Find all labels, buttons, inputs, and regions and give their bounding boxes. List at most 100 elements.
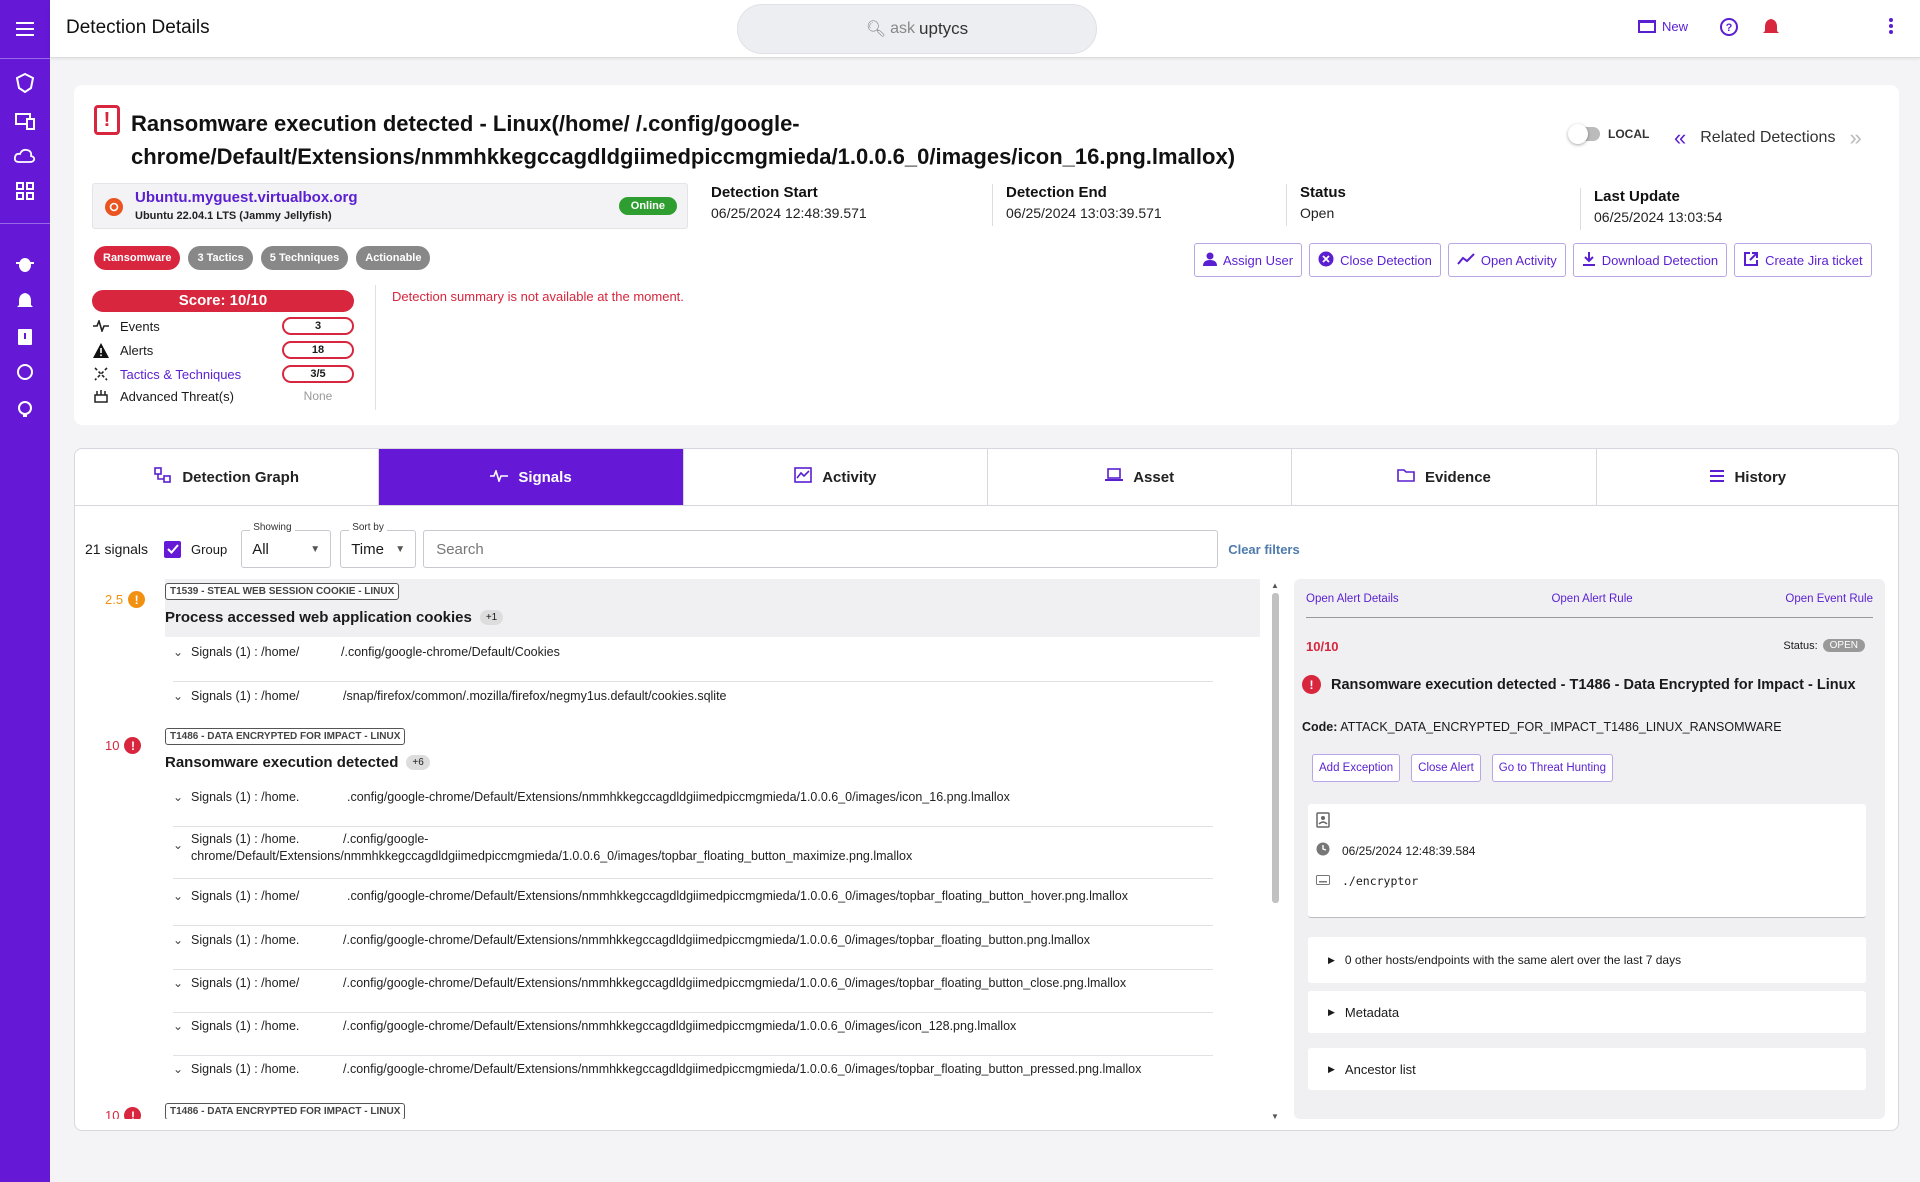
download-detection-button[interactable]: Download Detection <box>1572 243 1728 277</box>
tag-actionable[interactable]: Actionable <box>356 246 431 270</box>
assign-user-button[interactable]: Assign User <box>1194 243 1303 277</box>
tab-asset[interactable]: Asset <box>988 449 1293 505</box>
detection-summary: Detection summary is not available at th… <box>392 289 684 304</box>
scrollbar[interactable]: ▲ ▼ <box>1270 581 1280 1121</box>
showing-value: All <box>252 540 269 558</box>
folder-icon <box>1397 468 1415 486</box>
chevron-left-icon[interactable]: « <box>1674 125 1686 151</box>
group-header[interactable]: T1539 - STEAL WEB SESSION COOKIE - LINUX… <box>165 579 1260 637</box>
alarm-bell-icon[interactable] <box>1761 17 1781 37</box>
open-alert-rule-link[interactable]: Open Alert Rule <box>1551 593 1632 605</box>
chevron-down-icon[interactable]: ⌄ <box>173 1062 191 1099</box>
tactics-count[interactable]: 3/5 <box>282 365 354 383</box>
new-label: New <box>1662 19 1689 34</box>
brain-icon[interactable] <box>12 396 38 422</box>
detection-title: Ransomware execution detected - Linux(/h… <box>131 111 1236 169</box>
bug-icon[interactable] <box>12 251 38 277</box>
signal-search-input[interactable]: Search <box>423 530 1219 568</box>
tab-activity[interactable]: Activity <box>684 449 988 505</box>
signal-row[interactable]: ⌄ Signals (1) : /home./.config/google-chr… <box>173 1019 1213 1056</box>
group-checkbox[interactable] <box>164 540 182 558</box>
chevron-right-icon[interactable]: » <box>1849 125 1861 151</box>
related-label: Related Detections <box>1700 129 1836 146</box>
target-icon[interactable] <box>12 359 38 385</box>
host-link[interactable]: Ubuntu.myguest.virtualbox.org <box>135 189 358 206</box>
tag-tactics[interactable]: 3 Tactics <box>188 246 253 270</box>
error-circle-icon: ! <box>124 1107 142 1119</box>
signal-row[interactable]: ⌄ Signals (1) : /home/ /.config/google-chr… <box>173 976 1213 1013</box>
other-hosts-accordion[interactable]: ▶ 0 other hosts/endpoints with the same a… <box>1308 937 1866 983</box>
group-count: +1 <box>479 610 504 625</box>
more-icon[interactable] <box>1888 17 1894 35</box>
ask-uptycs-search[interactable]: 🔍︎ ask uptycs <box>737 4 1097 54</box>
chevron-down-icon[interactable]: ⌄ <box>173 790 191 826</box>
close-detection-button[interactable]: Close Detection <box>1309 243 1441 277</box>
tag-ransomware[interactable]: Ransomware <box>94 246 181 270</box>
open-activity-button[interactable]: Open Activity <box>1447 243 1566 277</box>
warning-icon <box>92 342 110 358</box>
group-header[interactable]: T1486 - DATA ENCRYPTED FOR IMPACT - LINU… <box>165 724 1260 779</box>
toggle-switch[interactable] <box>1568 124 1600 144</box>
signal-row[interactable]: ⌄ Signals (1) : /home./.config/google-chr… <box>173 933 1213 970</box>
tags: Ransomware 3 Tactics 5 Techniques Action… <box>94 246 431 270</box>
tab-evidence[interactable]: Evidence <box>1292 449 1597 505</box>
external-link-icon <box>1743 251 1759 270</box>
chevron-down-icon[interactable]: ⌄ <box>173 933 191 969</box>
group-header[interactable]: T1486 - DATA ENCRYPTED FOR IMPACT - LINU… <box>165 1099 1260 1119</box>
signal-row[interactable]: ⌄ Signals (1) : /home. .config/google-chro… <box>173 790 1213 827</box>
ancestor-accordion[interactable]: ▶ Ancestor list <box>1308 1048 1866 1090</box>
close-alert-button[interactable]: Close Alert <box>1411 754 1481 782</box>
end-label: Detection End <box>1006 184 1107 201</box>
tag-techniques[interactable]: 5 Techniques <box>260 246 349 270</box>
apps-icon[interactable] <box>12 178 38 204</box>
add-exception-button[interactable]: Add Exception <box>1312 754 1401 782</box>
score-bar: Score: 10/10 <box>92 290 354 312</box>
metadata-accordion[interactable]: ▶ Metadata <box>1308 991 1866 1033</box>
signal-row[interactable]: ⌄ Signals (1) : /home/ /snap/firefox/commo… <box>173 689 1213 726</box>
signal-label: Signals (1) : /home/ <box>191 645 300 659</box>
signal-row[interactable]: ⌄ Signals (1) : /home./.config/google-chr… <box>173 1062 1213 1099</box>
chevron-down-icon[interactable]: ⌄ <box>173 1019 191 1055</box>
tab-detection-graph[interactable]: Detection Graph <box>75 449 380 505</box>
local-toggle[interactable]: LOCAL <box>1568 124 1649 144</box>
threat-hunting-button[interactable]: Go to Threat Hunting <box>1491 754 1613 782</box>
signal-path: /.config/google- <box>343 832 429 846</box>
signal-row[interactable]: ⌄ Signals (1) : /home./.config/google-chr… <box>173 832 1213 879</box>
events-count[interactable]: 3 <box>282 317 354 335</box>
chevron-down-icon[interactable]: ⌄ <box>173 889 191 925</box>
alert-command: ./encryptor <box>1342 874 1419 888</box>
create-jira-button[interactable]: Create Jira ticket <box>1734 243 1872 277</box>
devices-icon[interactable] <box>12 108 38 134</box>
sort-value: Time <box>351 540 384 558</box>
chevron-down-icon[interactable]: ⌄ <box>173 832 191 878</box>
signal-row[interactable]: ⌄ Signals (1) : /home/ /.config/google-chr… <box>173 645 1213 682</box>
open-alert-details-link[interactable]: Open Alert Details <box>1306 593 1399 605</box>
related-detections: « Related Detections » <box>1674 125 1862 151</box>
pulse-icon <box>490 468 509 486</box>
clipboard-icon[interactable] <box>12 323 38 349</box>
tab-history[interactable]: History <box>1597 449 1898 505</box>
chevron-down-icon[interactable]: ⌄ <box>173 645 191 681</box>
chevron-down-icon[interactable]: ⌄ <box>173 689 191 725</box>
clear-filters-link[interactable]: Clear filters <box>1228 542 1300 557</box>
bell-icon[interactable] <box>12 288 38 314</box>
tab-signals[interactable]: Signals <box>379 449 684 505</box>
menu-icon[interactable] <box>0 0 50 58</box>
cloud-icon[interactable] <box>12 143 38 169</box>
signal-label: Signals (1) : /home. <box>191 1062 300 1076</box>
sort-select[interactable]: Sort by Time ▼ <box>340 522 417 568</box>
alert-links: Open Alert Details Open Alert Rule Open … <box>1306 593 1873 618</box>
chevron-down-icon[interactable]: ⌄ <box>173 976 191 1012</box>
help-icon[interactable]: ? <box>1719 17 1739 37</box>
technique-badge: T1486 - DATA ENCRYPTED FOR IMPACT - LINU… <box>165 728 406 745</box>
shield-icon[interactable] <box>12 70 38 96</box>
alerts-count[interactable]: 18 <box>282 341 354 359</box>
scroll-thumb[interactable] <box>1272 593 1279 903</box>
open-event-rule-link[interactable]: Open Event Rule <box>1785 593 1873 605</box>
showing-select[interactable]: Showing All ▼ <box>241 522 332 568</box>
tab-label: Signals <box>518 468 572 486</box>
signal-row[interactable]: ⌄ Signals (1) : /home/ .config/google-chro… <box>173 889 1213 926</box>
severity-score: 10 ! <box>105 1107 142 1119</box>
tactics-link[interactable]: Tactics & Techniques <box>120 367 241 382</box>
new-button[interactable]: New <box>1638 17 1688 36</box>
